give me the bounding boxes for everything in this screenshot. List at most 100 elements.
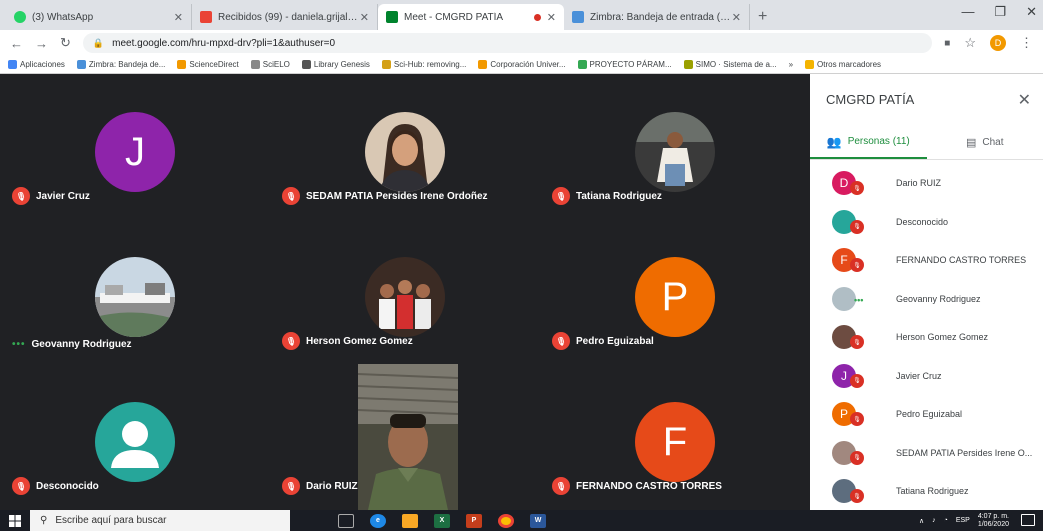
people-icon: 👥 [826,134,842,149]
bookmark-icon [250,60,260,69]
minimize-icon[interactable]: — [961,4,974,20]
bookmark-label: Library Genesis [313,60,370,69]
star-icon[interactable]: ☆ [964,35,976,51]
whatsapp-icon [14,11,26,23]
participant-name: Geovanny Rodriguez [31,339,132,350]
participant-tile[interactable]: P 🎙 Pedro Eguizabal [540,219,810,364]
participant-list-name: Desconocido [896,216,949,227]
bookmark-icon [381,60,391,69]
participant-nametag: 🎙 Javier Cruz [12,187,90,205]
bookmark-item[interactable]: PROYECTO PÁRAM... [577,60,672,69]
bookmarks-bar: Aplicaciones Zimbra: Bandeja de... Science… [0,56,1043,74]
bookmark-icon [683,60,693,69]
participant-photo [95,257,175,337]
participant-nametag: 🎙 Tatiana Rodriguez [552,187,662,205]
close-tab-icon[interactable]: ✕ [174,11,183,24]
restore-icon[interactable]: ❐ [994,4,1006,20]
participant-tile[interactable]: J 🎙 Javier Cruz [0,74,270,219]
tab-zimbra[interactable]: Zimbra: Bandeja de entrada (190) ✕ [564,4,750,30]
close-tab-icon[interactable]: ✕ [732,11,741,24]
zimbra-icon [572,11,584,23]
new-tab-button[interactable]: + [758,8,767,26]
bookmark-item[interactable]: Otros marcadores [805,60,881,69]
participant-row[interactable]: 🎙 SEDAM PATIA Persides Irene O... [810,434,1043,473]
tab-title: (3) WhatsApp [32,11,94,23]
url-bar[interactable]: 🔒 meet.google.com/hru-mpxd-drv?pli=1&aut… [82,33,933,53]
clock[interactable]: 4:07 p. m. 1/06/2020 [978,513,1009,529]
participant-name: Tatiana Rodriguez [576,190,662,202]
participant-tile[interactable]: 🎙 Herson Gomez Gomez [270,219,540,364]
tab-chat[interactable]: ▤ Chat [927,126,1043,159]
start-button[interactable] [0,510,30,531]
bookmark-item[interactable]: Zimbra: Bandeja de... [76,60,165,69]
reload-icon[interactable]: ↻ [60,35,71,51]
back-arrow-icon[interactable]: ← [10,36,23,51]
network-icon[interactable]: ◔ [944,517,948,524]
bookmark-icon [478,60,488,69]
participant-name: Desconocido [36,480,99,492]
bookmark-item[interactable]: ScienceDirect [177,60,239,69]
participant-list-name: FERNANDO CASTRO TORRES [896,255,1027,266]
bookmark-item[interactable]: » [789,60,793,69]
participant-row[interactable]: P 🎙 Pedro Eguizabal [810,395,1043,434]
bookmark-item[interactable]: SIMO · Sistema de a... [683,60,777,69]
tab-meet[interactable]: Meet - CMGRD PATÍA ✕ [378,4,564,30]
tab-people[interactable]: 👥 Personas (11) [810,126,927,159]
close-tab-icon[interactable]: ✕ [547,11,556,24]
participant-photo [365,257,445,337]
participant-nametag: 🎙 Herson Gomez Gomez [282,332,413,350]
bookmark-item[interactable]: Aplicaciones [8,60,65,69]
participant-row[interactable]: 🎙 Tatiana Rodriguez [810,472,1043,511]
task-view-icon[interactable] [338,513,354,528]
close-tab-icon[interactable]: ✕ [360,11,369,24]
volume-icon[interactable]: ♪ [932,517,936,524]
tab-gmail[interactable]: Recibidos (99) - daniela.grijalba@... ✕ [192,4,378,30]
participant-tile[interactable]: 🎙 Tatiana Rodriguez [540,74,810,219]
tab-title: Zimbra: Bandeja de entrada (190) [590,11,732,23]
address-toolbar: ← → ↻ 🔒 meet.google.com/hru-mpxd-drv?pli… [0,30,1043,56]
participant-row[interactable]: ••• Geovanny Rodriguez [810,280,1043,319]
tab-whatsapp[interactable]: (3) WhatsApp ✕ [6,4,192,30]
menu-kebab-icon[interactable]: ⋮ [1020,35,1033,51]
participant-name: FERNANDO CASTRO TORRES [576,480,722,492]
bookmark-item[interactable]: Library Genesis [301,60,370,69]
participant-row[interactable]: F 🎙 FERNANDO CASTRO TORRES [810,241,1043,280]
forward-arrow-icon[interactable]: → [35,36,48,51]
gmail-icon [200,11,212,23]
bookmark-label: SciELO [262,60,290,69]
chat-icon: ▤ [965,137,977,149]
speaking-indicator-icon: ••• [12,339,26,350]
participant-row[interactable]: 🎙 Herson Gomez Gomez [810,318,1043,357]
windows-taskbar: ⚲ Escribe aquí para buscar e X P W ∧ ♪ ◔… [0,510,1043,531]
close-window-icon[interactable]: ✕ [1026,4,1037,20]
notification-center-icon[interactable] [1021,514,1035,526]
participant-tile[interactable]: 🎙 Dario RUIZ [270,364,540,509]
bookmark-item[interactable]: Sci-Hub: removing... [381,60,466,69]
close-panel-icon[interactable]: ✕ [1018,90,1031,110]
bookmark-label: » [788,60,794,69]
profile-avatar[interactable]: D [990,35,1006,51]
chrome-icon[interactable] [498,513,514,528]
participant-tile[interactable]: ••• Geovanny Rodriguez [0,219,270,364]
edge-icon[interactable]: e [370,513,386,528]
show-hidden-icons[interactable]: ∧ [919,517,924,525]
participant-tile[interactable]: F 🎙 FERNANDO CASTRO TORRES [540,364,810,509]
participant-list-name: Herson Gomez Gomez [896,332,989,343]
powerpoint-icon[interactable]: P [466,513,482,528]
participant-nametag: 🎙 Dario RUIZ [282,477,358,495]
participant-row[interactable]: D 🎙 Dario RUIZ [810,164,1043,203]
word-icon[interactable]: W [530,513,546,528]
taskbar-search[interactable]: ⚲ Escribe aquí para buscar [30,510,290,531]
bookmark-item[interactable]: SciELO [250,60,290,69]
bookmark-label: PROYECTO PÁRAM... [589,60,672,69]
bookmark-item[interactable]: Corporación Univer... [478,60,566,69]
file-explorer-icon[interactable] [402,513,418,528]
language-indicator[interactable]: ESP [956,517,970,524]
participant-row[interactable]: J 🎙 Javier Cruz [810,357,1043,396]
excel-icon[interactable]: X [434,513,450,528]
participant-list-avatar [832,286,856,311]
participant-tile[interactable]: 🎙 SEDAM PATIA Persides Irene Ordoñez [270,74,540,219]
participant-row[interactable]: 🎙 Desconocido [810,203,1043,242]
camera-indicator-icon[interactable]: ■ [944,38,950,49]
participant-tile[interactable]: 🎙 Desconocido [0,364,270,509]
